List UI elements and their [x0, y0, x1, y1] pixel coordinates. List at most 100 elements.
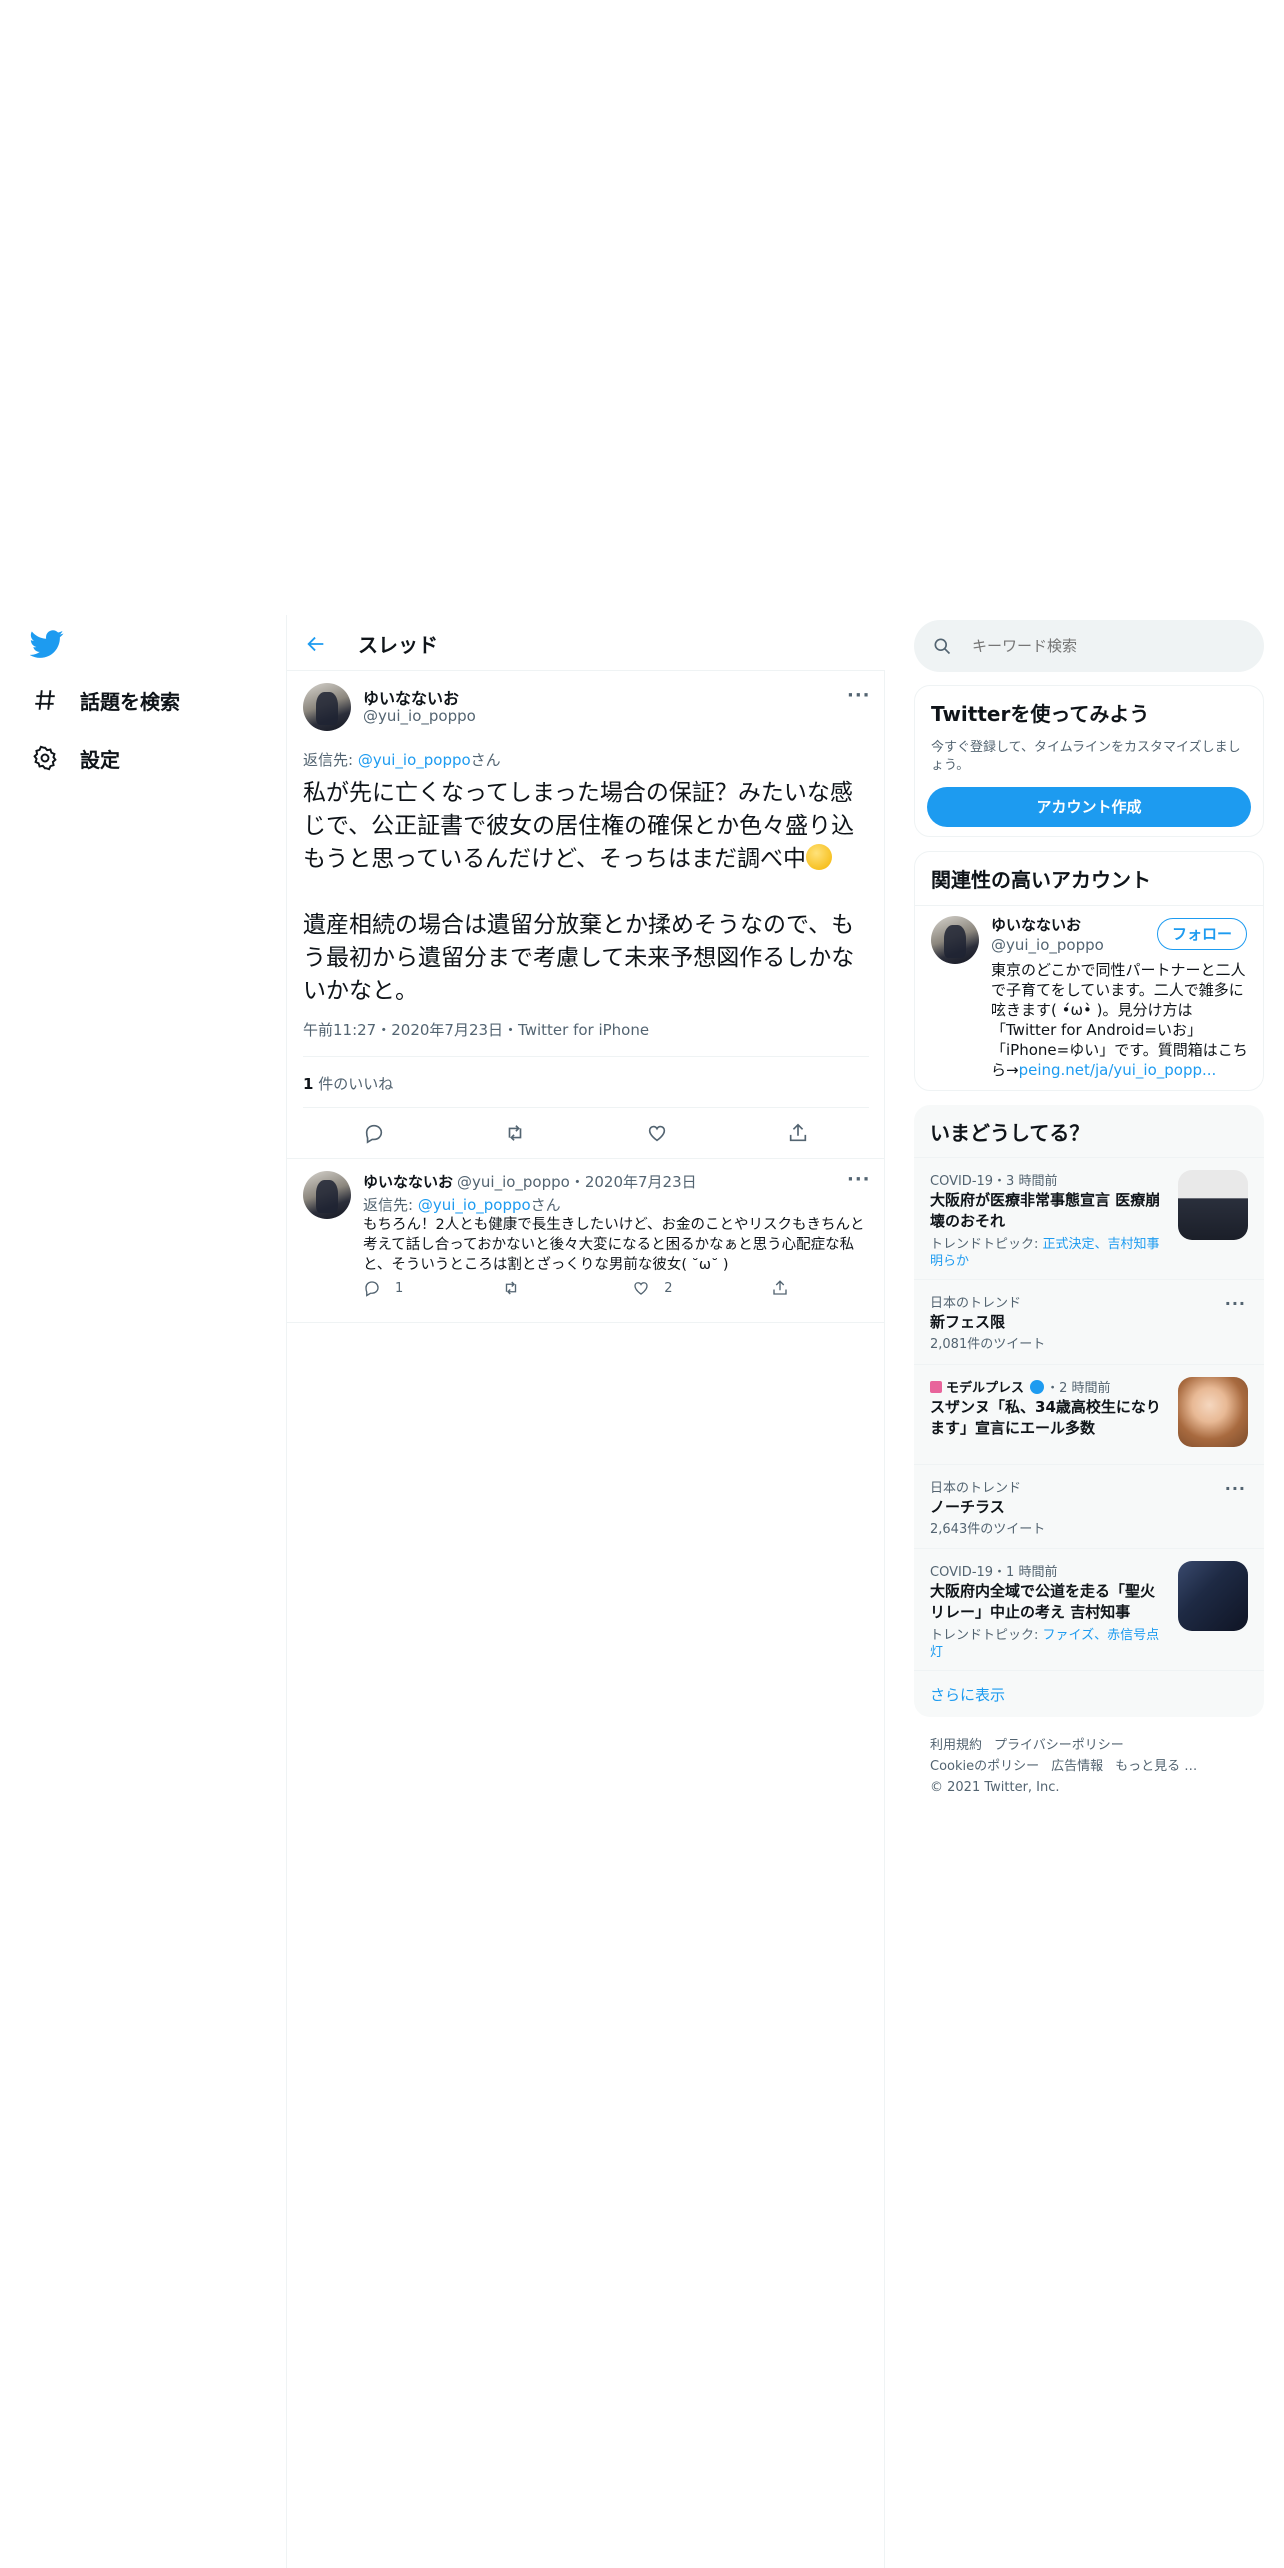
back-arrow-icon[interactable]: [301, 629, 331, 659]
reply-tweet-text: もちろん！2人とも健康で長生きしたいけど、お金のことやリスクもきちんと考えて話し…: [363, 1217, 865, 1273]
retweet-icon: [505, 1281, 516, 1295]
copyright: © 2021 Twitter, Inc.: [930, 1780, 1060, 1795]
related-accounts-card: 関連性の高いアカウント ゆいなないお @yui_io_poppo フォロー 東京…: [914, 851, 1264, 1091]
more-options-icon[interactable]: ···: [1225, 1479, 1246, 1498]
reply-count: 1: [395, 1280, 404, 1296]
divider: [303, 1107, 869, 1108]
verified-badge-icon: [1030, 1380, 1045, 1394]
thinking-face-icon: [806, 844, 833, 870]
tweet-text-part1: 私が先に亡くなってしまった場合の保証？みたいな感じで、公正証書で彼女の居住権の確…: [303, 780, 855, 872]
reply-icon[interactable]: [363, 1122, 385, 1144]
trends-card: いまどうしてる？ COVID-19・3 時間前 大阪府が医療非常事態宣言 医療崩…: [914, 1105, 1264, 1717]
tweet-text-part2: 遺産相続の場合は遺留分放棄とか揉めそうなので、もう最初から遺留分まで考慮して未来…: [303, 912, 855, 1004]
hashtag-icon: [30, 685, 60, 715]
share-button[interactable]: [771, 1279, 803, 1297]
reply-author-name[interactable]: ゆいなないお: [363, 1173, 453, 1191]
reply-to-suffix: さん: [470, 751, 501, 769]
reply-tweet-actions: 1 2: [363, 1279, 803, 1297]
search-box[interactable]: [914, 620, 1264, 672]
reply-to-label: 返信先:: [303, 751, 354, 769]
trend-title: 大阪府内全域で公道を走る「聖火リレー」中止の考え 吉村知事: [930, 1582, 1156, 1621]
signup-title: Twitterを使ってみよう: [931, 702, 1150, 726]
reply-to-line: 返信先: @yui_io_poppoさん: [303, 749, 501, 770]
trend-image: [1178, 1170, 1248, 1240]
reply-button[interactable]: 1: [363, 1279, 403, 1297]
like-button[interactable]: 2: [632, 1279, 673, 1297]
reply-author-handle-date[interactable]: @yui_io_poppo・2020年7月23日: [457, 1173, 697, 1191]
trend-image: [1178, 1561, 1248, 1631]
reply-to-link[interactable]: @yui_io_poppo: [358, 751, 471, 769]
gear-icon: [30, 743, 60, 773]
trend-item[interactable]: COVID-19・1 時間前 大阪府内全域で公道を走る「聖火リレー」中止の考え …: [914, 1548, 1264, 1670]
trend-item[interactable]: 日本のトレンド 新フェス限 2,081件のツイート ···: [914, 1279, 1264, 1364]
tweet-author-name[interactable]: ゆいなないお: [363, 685, 459, 709]
footer: 利用規約 プライバシーポリシー Cookieのポリシー 広告情報 もっと見る … © …: [930, 1735, 1260, 1798]
search-input[interactable]: [972, 637, 1232, 655]
avatar[interactable]: [931, 916, 979, 964]
share-icon[interactable]: [787, 1122, 809, 1144]
retweet-icon[interactable]: [504, 1122, 526, 1144]
trend-item[interactable]: 日本のトレンド ノーチラス 2,643件のツイート ···: [914, 1464, 1264, 1548]
trend-meta: 日本のトレンド: [930, 1296, 1022, 1311]
trend-sub-label: トレンドトピック:: [930, 1628, 1043, 1643]
bio-link[interactable]: peing.net/ja/yui_io_popp...: [1019, 1061, 1217, 1079]
trend-source: モデルプレス: [946, 1381, 1025, 1396]
more-options-icon[interactable]: ···: [1225, 1294, 1246, 1313]
nav-settings[interactable]: 設定: [30, 738, 120, 778]
footer-row-2: Cookieのポリシー 広告情報 もっと見る …: [930, 1756, 1260, 1777]
reply-icon: [365, 1281, 379, 1297]
nav-explore[interactable]: 話題を検索: [30, 680, 180, 720]
trend-image: [1178, 1377, 1248, 1447]
show-more-link[interactable]: さらに表示: [930, 1684, 1005, 1705]
footer-link[interactable]: 利用規約: [930, 1738, 982, 1753]
thread-header: スレッド: [287, 615, 885, 671]
footer-link[interactable]: Cookieのポリシー: [930, 1759, 1039, 1774]
related-account-handle[interactable]: @yui_io_poppo: [991, 936, 1104, 954]
trend-meta: モデルプレス ・2 時間前: [930, 1377, 1111, 1396]
trend-sub: トレンドトピック: ファイズ、赤信号点灯: [930, 1627, 1165, 1661]
create-account-button[interactable]: アカウント作成: [927, 787, 1251, 827]
avatar[interactable]: [303, 683, 351, 731]
reply-tweet[interactable]: ゆいなないお @yui_io_poppo・2020年7月23日 ··· 返信先: …: [287, 1158, 885, 1323]
related-title: 関連性の高いアカウント: [915, 852, 1263, 906]
trend-item[interactable]: COVID-19・3 時間前 大阪府が医療非常事態宣言 医療崩壊のおそれ トレン…: [914, 1157, 1264, 1279]
trend-meta: COVID-19・1 時間前: [930, 1565, 1058, 1580]
likes-count[interactable]: 1 件のいいね: [303, 1073, 393, 1094]
footer-link[interactable]: 広告情報: [1051, 1759, 1103, 1774]
like-icon[interactable]: [646, 1122, 668, 1144]
footer-link[interactable]: プライバシーポリシー: [994, 1738, 1124, 1753]
reply-to-line: 返信先: @yui_io_poppoさん: [363, 1194, 561, 1215]
trends-title: いまどうしてる？: [930, 1121, 1090, 1145]
trend-item[interactable]: モデルプレス ・2 時間前 スザンヌ「私、34歳高校生になります」宣言にエール多…: [914, 1364, 1264, 1464]
divider: [303, 1056, 869, 1057]
trend-time: ・2 時間前: [1046, 1381, 1111, 1396]
trend-title: 大阪府が医療非常事態宣言 医療崩壊のおそれ: [930, 1191, 1161, 1230]
main-column: スレッド ゆいなないお @yui_io_poppo ··· 返信先: @yui_…: [286, 615, 885, 2568]
footer-link[interactable]: もっと見る …: [1115, 1759, 1197, 1774]
trend-title: 新フェス限: [930, 1313, 1006, 1331]
related-account-bio: 東京のどこかで同性パートナーと二人で子育てをしています。二人で雑多に呟きます( …: [991, 960, 1253, 1080]
related-account-name[interactable]: ゆいなないお: [991, 914, 1081, 935]
footer-row-1: 利用規約 プライバシーポリシー: [930, 1735, 1260, 1756]
trend-meta: COVID-19・3 時間前: [930, 1174, 1058, 1189]
reply-tweet-header: ゆいなないお @yui_io_poppo・2020年7月23日: [363, 1171, 697, 1192]
modelpress-logo-icon: [930, 1381, 942, 1393]
tweet-meta[interactable]: 午前11:27・2020年7月23日・Twitter for iPhone: [303, 1019, 649, 1040]
tweet-author-handle[interactable]: @yui_io_poppo: [363, 707, 476, 725]
like-icon: [634, 1282, 648, 1295]
retweet-button[interactable]: [502, 1279, 534, 1297]
trend-sub-label: トレンドトピック:: [930, 1237, 1043, 1252]
reply-to-label: 返信先:: [363, 1196, 414, 1214]
trend-title: スザンヌ「私、34歳高校生になります」宣言にエール多数: [930, 1398, 1161, 1437]
reply-to-link[interactable]: @yui_io_poppo: [418, 1196, 531, 1214]
twitter-logo-icon[interactable]: [29, 627, 64, 661]
follow-button[interactable]: フォロー: [1157, 918, 1247, 950]
signup-description: 今すぐ登録して、タイムラインをカスタマイズしましょう。: [931, 740, 1241, 773]
likes-number: 1: [303, 1075, 314, 1093]
avatar[interactable]: [303, 1171, 351, 1219]
share-icon: [773, 1280, 787, 1295]
more-options-icon[interactable]: ···: [847, 1169, 871, 1190]
more-options-icon[interactable]: ···: [847, 685, 871, 706]
show-more-row[interactable]: さらに表示: [914, 1670, 1264, 1717]
likes-label: 件のいいね: [313, 1075, 394, 1093]
